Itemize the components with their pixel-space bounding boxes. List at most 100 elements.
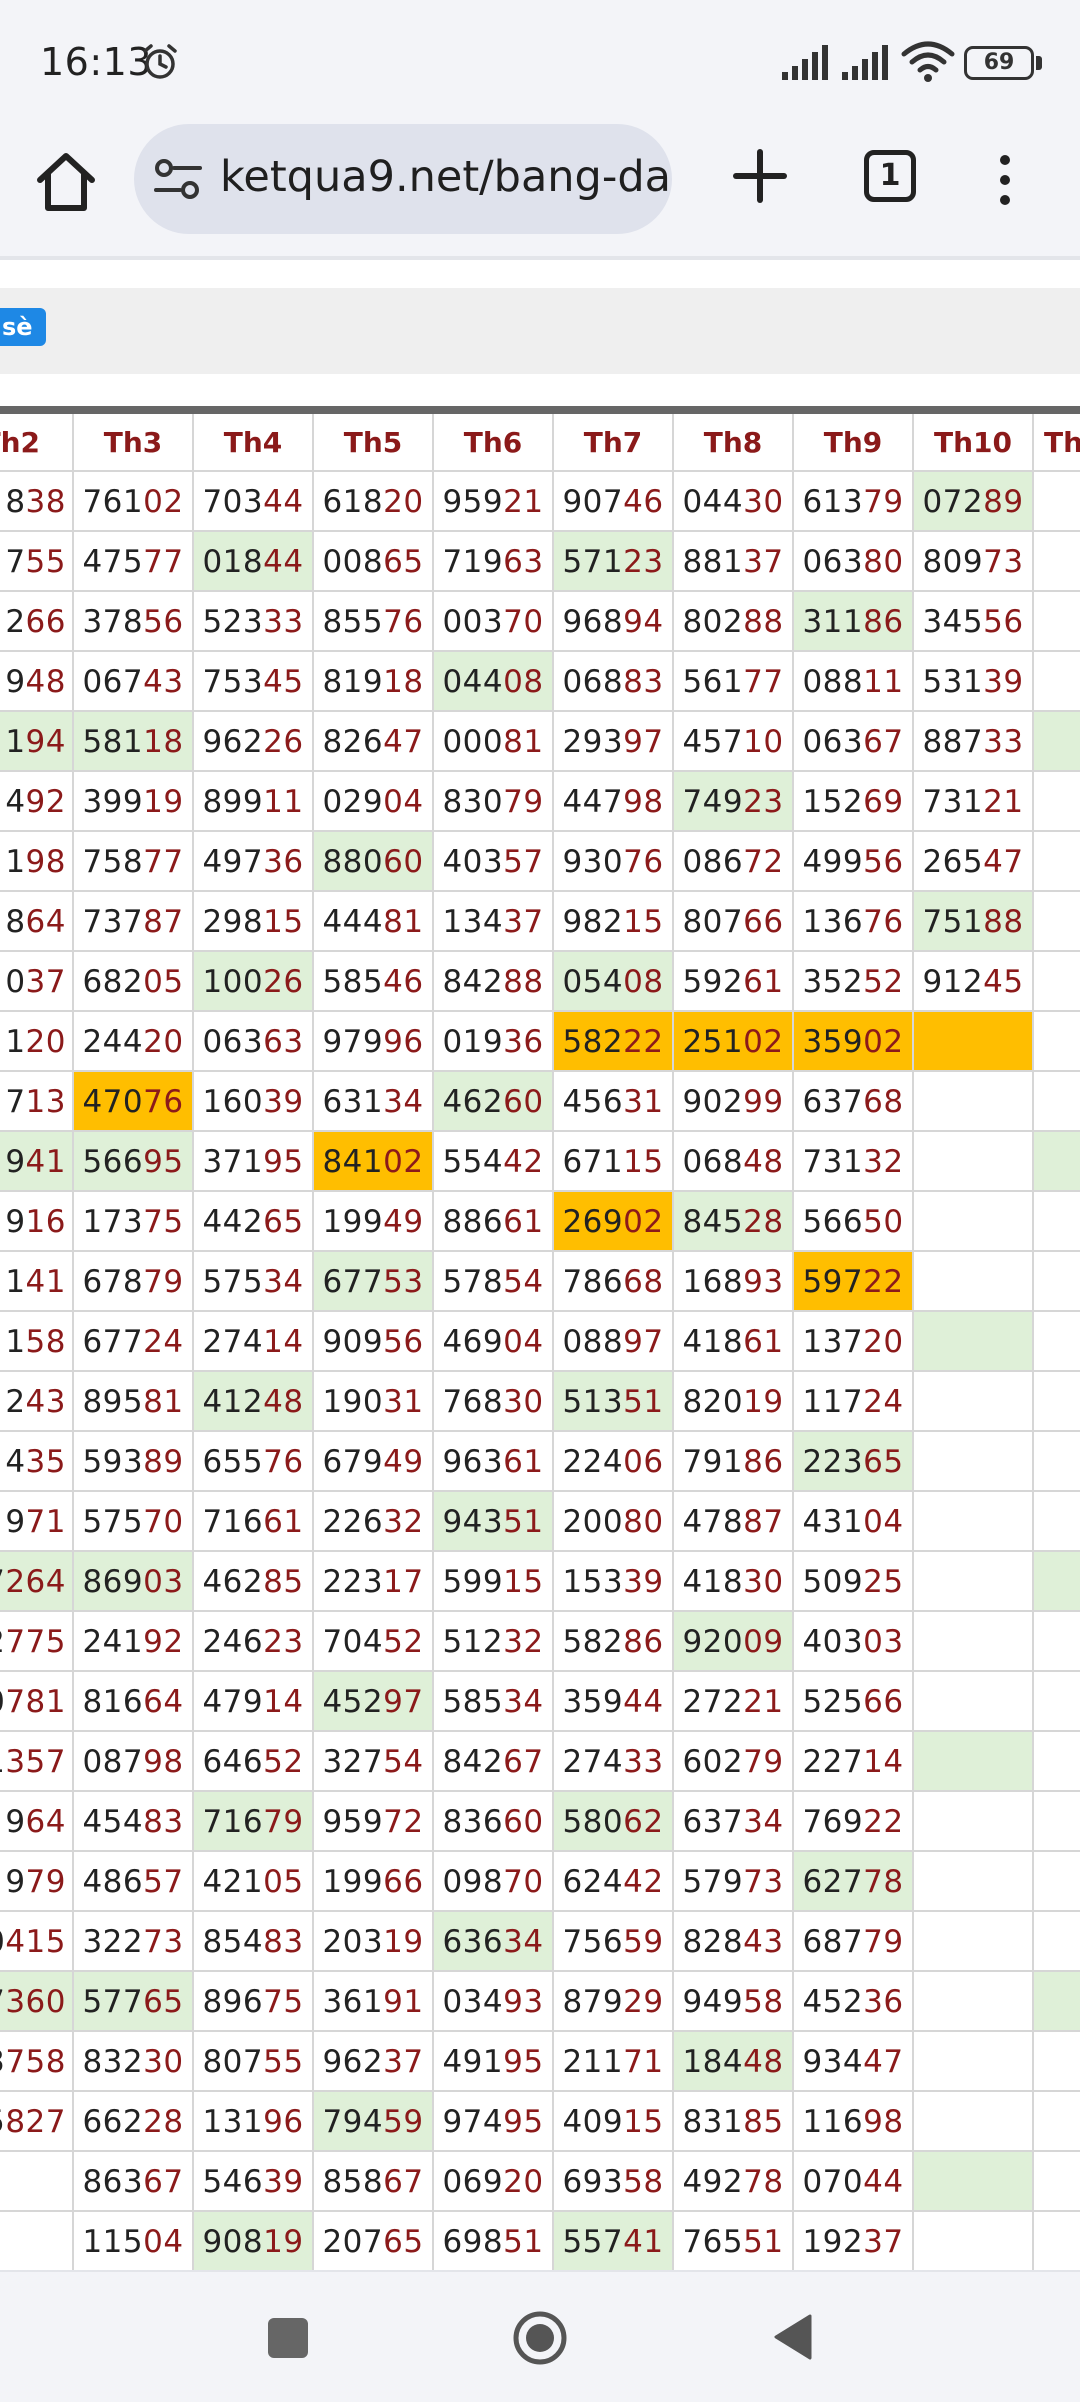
result-cell: 22406 [554, 1432, 674, 1492]
cell-prefix: 677 [322, 1264, 384, 1300]
result-cell: 46260 [434, 1072, 554, 1132]
site-settings-icon[interactable] [150, 152, 206, 208]
cell-prefix: 9 [5, 664, 26, 700]
cell-suffix: 66 [743, 904, 784, 940]
cell-suffix: 88 [983, 904, 1024, 940]
table-top-rule [0, 406, 1080, 414]
cell-prefix: 869 [82, 1564, 144, 1600]
cell-suffix: 34 [383, 1084, 424, 1120]
result-cell: 67115 [554, 1132, 674, 1192]
result-cell: 42105 [194, 1852, 314, 1912]
result-cell: 65576 [194, 1432, 314, 1492]
cell-prefix: 908 [202, 2224, 264, 2260]
cell-suffix: 781 [5, 1684, 66, 1720]
column-header-th5: Th5 [314, 414, 434, 472]
cell-suffix: 36 [263, 844, 304, 880]
cell-suffix: 32 [383, 1504, 424, 1540]
cell-suffix: 758 [5, 2044, 66, 2080]
cell-suffix: 67 [383, 2164, 424, 2200]
result-cell [1034, 2212, 1080, 2270]
cell-prefix: 068 [682, 1144, 744, 1180]
cell-prefix: 982 [562, 904, 624, 940]
result-cell: 78668 [554, 1252, 674, 1312]
result-cell: 84102 [314, 1132, 434, 1192]
new-tab-icon[interactable] [728, 144, 792, 208]
cell-suffix: 29 [623, 1984, 664, 2020]
result-cell: 58546 [314, 952, 434, 1012]
cell-suffix: 22 [863, 1264, 904, 1300]
cell-prefix: 637 [802, 1084, 864, 1120]
result-cell: 48657 [74, 1852, 194, 1912]
cell-suffix: 86 [743, 1444, 784, 1480]
filter-chip[interactable]: sè [0, 308, 46, 346]
result-cell: 21171 [554, 2032, 674, 2092]
table-row: 158 67724 27414 90956 46904 08897 41861 13720 [0, 1312, 1080, 1372]
cell-prefix: 753 [202, 664, 264, 700]
cell-prefix: 9 [5, 1144, 26, 1180]
cell-prefix: 599 [442, 1564, 504, 1600]
cell-prefix: 359 [562, 1684, 624, 1720]
cell-suffix: 76 [863, 904, 904, 940]
result-cell: 40357 [434, 832, 554, 892]
cell-suffix: 64 [25, 1804, 66, 1840]
cell-prefix: 895 [82, 1384, 144, 1420]
result-cell: 96361 [434, 1432, 554, 1492]
alarm-icon [143, 44, 177, 79]
cell-suffix: 09 [743, 1624, 784, 1660]
result-cell: 037 [0, 952, 74, 1012]
cell-prefix: 1 [5, 1024, 26, 1060]
cell-prefix: 761 [82, 484, 144, 520]
result-cell: 13196 [194, 2092, 314, 2152]
cell-suffix: 83 [623, 664, 664, 700]
result-cell: 90819 [194, 2212, 314, 2270]
home-button[interactable] [512, 2310, 568, 2366]
table-row: 492 39919 89911 02904 83079 44798 74923 15269 73… [0, 772, 1080, 832]
table-row: 971 57570 71661 22632 94351 20080 47887 43104 [0, 1492, 1080, 1552]
back-button[interactable] [770, 2312, 814, 2362]
result-cell: 63768 [794, 1072, 914, 1132]
result-cell: 67724 [74, 1312, 194, 1372]
result-cell: 19966 [314, 1852, 434, 1912]
cell-suffix: 33 [263, 604, 304, 640]
more-options-icon[interactable] [990, 150, 1020, 210]
cell-suffix: 93 [743, 1264, 784, 1300]
cell-suffix: 23 [623, 544, 664, 580]
cell-suffix: 37 [863, 2224, 904, 2260]
home-icon[interactable] [30, 146, 102, 218]
cell-suffix: 14 [863, 1744, 904, 1780]
cell-suffix: 20 [863, 1324, 904, 1360]
table-row: 755 47577 01844 00865 71963 57123 88137 06380 80… [0, 532, 1080, 592]
cell-suffix: 65 [143, 1984, 184, 2020]
cell-suffix: 73 [143, 1924, 184, 1960]
cell-prefix: 627 [802, 1864, 864, 1900]
cell-prefix: 962 [202, 724, 264, 760]
cell-suffix: 36 [863, 1984, 904, 2020]
table-row: 194 58118 96226 82647 00081 29397 45710 06367 88… [0, 712, 1080, 772]
result-cell: 83185 [674, 2092, 794, 2152]
cell-suffix: 43 [143, 664, 184, 700]
cell-suffix: 95 [263, 1144, 304, 1180]
cell-suffix: 775 [5, 1624, 66, 1660]
cell-prefix: 462 [202, 1564, 264, 1600]
cell-suffix: 75 [263, 1984, 304, 2020]
recents-button[interactable] [268, 2318, 308, 2358]
result-cell [914, 2212, 1034, 2270]
result-cell: 19031 [314, 1372, 434, 1432]
cell-suffix: 08 [503, 664, 544, 700]
cell-prefix: 244 [82, 1024, 144, 1060]
cell-prefix: 442 [202, 1204, 264, 1240]
url-text[interactable]: ketqua9.net/bang-dac [220, 152, 672, 202]
cell-suffix: 54 [503, 1264, 544, 1300]
cell-suffix: 10 [743, 724, 784, 760]
result-cell: 57854 [434, 1252, 554, 1312]
result-cell: 158 [0, 1312, 74, 1372]
tab-switcher-button[interactable]: 1 [864, 150, 916, 202]
cell-prefix: 523 [202, 604, 264, 640]
table-row: 037 68205 10026 58546 84288 05408 59261 35252 91… [0, 952, 1080, 1012]
result-cell: 97495 [434, 2092, 554, 2152]
result-cell: 49278 [674, 2152, 794, 2212]
cell-prefix: 327 [322, 1744, 384, 1780]
cell-suffix: 47 [383, 724, 424, 760]
address-bar[interactable]: ketqua9.net/bang-dac [134, 124, 672, 234]
result-cell [1034, 472, 1080, 532]
